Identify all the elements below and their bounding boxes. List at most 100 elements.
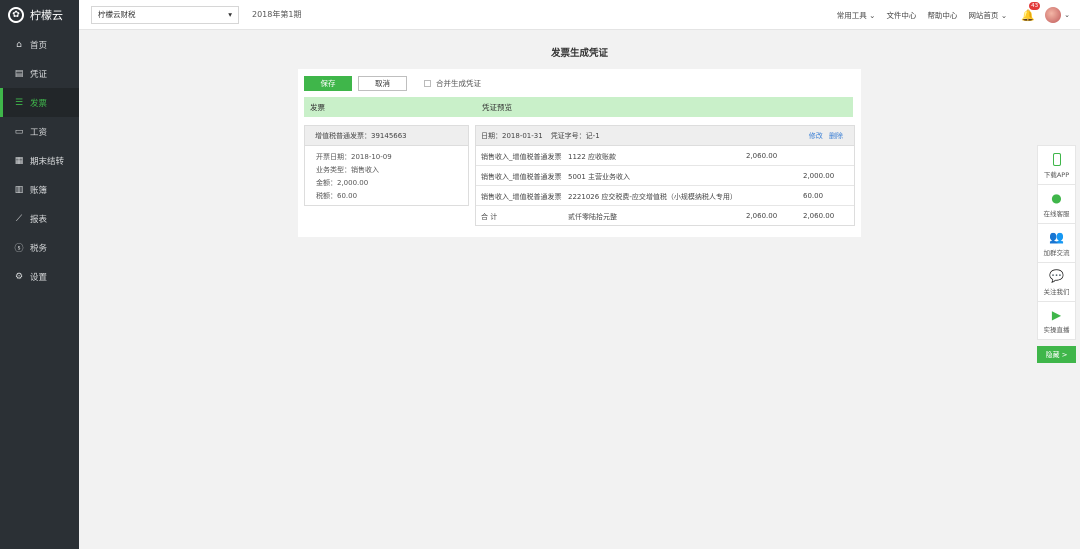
voucher-actions: 修改 删除 bbox=[805, 131, 843, 141]
sidebar-item-invoice[interactable]: ☰ 发票 bbox=[0, 88, 79, 117]
sidebar-item-salary[interactable]: ▭ 工资 bbox=[0, 117, 79, 146]
tax-icon: ⓢ bbox=[14, 244, 24, 254]
float-item-label: 关注我们 bbox=[1043, 287, 1070, 296]
file-center-link[interactable]: 文件中心 bbox=[886, 10, 916, 21]
float-item-label: 实操直播 bbox=[1043, 326, 1070, 334]
app-name: 柠檬云 bbox=[30, 9, 63, 22]
voucher-total-row: 合 计 贰仟零陆拾元整 2,060.00 2,060.00 bbox=[476, 206, 854, 226]
top-links: 常用工具 ⌄ 文件中心 帮助中心 网站首页 ⌄ 🔔 43 ⌄ bbox=[826, 0, 1070, 30]
notification-button[interactable]: 🔔 43 bbox=[1021, 2, 1041, 22]
entry-credit: 2,000.00 bbox=[803, 172, 835, 180]
invoice-header: 增值税普通发票：39145663 bbox=[305, 126, 468, 146]
sidebar-item-settings[interactable]: ⚙ 设置 bbox=[0, 262, 79, 291]
customer-service-icon: ● bbox=[1051, 191, 1062, 205]
sidebar-item-ledger[interactable]: ▥ 账簿 bbox=[0, 175, 79, 204]
invoice-card: 增值税普通发票：39145663 开票日期：2018-10-09 业务类型：销售… bbox=[304, 125, 469, 206]
invoice-date: 开票日期：2018-10-09 bbox=[316, 153, 392, 161]
sidebar-item-label: 工资 bbox=[30, 127, 48, 138]
group-icon: 👥 bbox=[1049, 230, 1064, 244]
chevron-down-icon[interactable]: ⌄ bbox=[1064, 11, 1070, 19]
float-item-label: 在线客服 bbox=[1043, 209, 1070, 218]
float-item-label: 下载APP bbox=[1043, 170, 1070, 179]
toolbar: 保存 取消 合并生成凭证 bbox=[304, 76, 481, 91]
wechat-icon: 💬 bbox=[1049, 269, 1064, 283]
invoice-amount: 金额：2,000.00 bbox=[316, 179, 369, 187]
total-debit: 2,060.00 bbox=[746, 212, 778, 220]
chevron-down-icon: ⌄ bbox=[1000, 10, 1008, 20]
sidebar-item-reports[interactable]: ⟋ 报表 bbox=[0, 204, 79, 233]
invoice-details: 开票日期：2018-10-09 业务类型：销售收入 金额：2,000.00 税额… bbox=[305, 146, 468, 203]
invoice-icon: ☰ bbox=[14, 97, 24, 108]
online-service-button[interactable]: ● 在线客服 bbox=[1037, 184, 1076, 223]
entry-account: 1122 应收账款 bbox=[568, 153, 617, 161]
entry-credit: 60.00 bbox=[803, 192, 824, 200]
cancel-button[interactable]: 取消 bbox=[358, 76, 407, 91]
period-label[interactable]: 2018年第1期 bbox=[252, 9, 301, 20]
sidebar-item-home[interactable]: ⌂ 首页 bbox=[0, 30, 79, 59]
sidebar: ✿ 柠檬云 ⌂ 首页 ▤ 凭证 ☰ 发票 ▭ 工资 ▦ 期末结转 ▥ 账簿 ⟋ … bbox=[0, 0, 79, 549]
gear-icon: ⚙ bbox=[14, 271, 24, 282]
lemon-logo-icon: ✿ bbox=[8, 7, 24, 23]
sidebar-item-period-end[interactable]: ▦ 期末结转 bbox=[0, 146, 79, 175]
sidebar-item-label: 设置 bbox=[30, 272, 48, 283]
live-stream-button[interactable]: ▶ 实操直播 bbox=[1037, 301, 1076, 340]
bell-icon: 🔔 bbox=[1021, 8, 1035, 22]
voucher-entry-row: 销售收入_增值税普通发票 2221026 应交税费-应交增值税（小规模纳税人专用… bbox=[476, 186, 854, 206]
download-app-button[interactable]: 下载APP bbox=[1037, 145, 1076, 184]
voucher-entry-row: 销售收入_增值税普通发票 5001 主营业务收入 2,000.00 bbox=[476, 166, 854, 186]
page-title: 发票生成凭证 bbox=[550, 48, 608, 59]
home-icon: ⌂ bbox=[16, 39, 22, 50]
entry-account: 5001 主营业务收入 bbox=[568, 173, 631, 181]
video-icon: ▶ bbox=[1051, 307, 1062, 322]
company-name: 柠檬云财税 bbox=[98, 10, 136, 19]
common-tools-menu[interactable]: 常用工具 ⌄ bbox=[837, 10, 876, 21]
avatar[interactable] bbox=[1045, 7, 1062, 23]
voucher-entry-row: 销售收入_增值税普通发票 1122 应收账款 2,060.00 bbox=[476, 146, 854, 166]
salary-icon: ▭ bbox=[14, 126, 24, 137]
entry-debit: 2,060.00 bbox=[746, 152, 778, 160]
main-panel: 保存 取消 合并生成凭证 发票 凭证预览 增值税普通发票：39145663 开票… bbox=[298, 69, 861, 237]
join-group-button[interactable]: 👥 加群交流 bbox=[1037, 223, 1076, 262]
preview-column-header: 凭证预览 bbox=[482, 102, 512, 112]
sidebar-item-tax[interactable]: ⓢ 税务 bbox=[0, 233, 79, 262]
logo[interactable]: ✿ 柠檬云 bbox=[0, 0, 79, 30]
chevron-down-icon: ⌄ bbox=[869, 10, 876, 20]
voucher-preview: 日期：2018-01-31 凭证字号：记-1 修改 删除 销售收入_增值税普通发… bbox=[475, 125, 855, 226]
entry-account: 2221026 应交税费-应交增值税（小规模纳税人专用） bbox=[568, 193, 737, 201]
float-item-label: 加群交流 bbox=[1043, 248, 1070, 257]
sidebar-item-label: 发票 bbox=[30, 98, 48, 109]
sidebar-item-label: 首页 bbox=[30, 40, 48, 51]
entry-summary: 销售收入_增值税普通发票 bbox=[481, 153, 562, 161]
entry-summary: 销售收入_增值税普通发票 bbox=[481, 193, 562, 201]
entry-summary: 销售收入_增值税普通发票 bbox=[481, 173, 562, 181]
invoice-column-header: 发票 bbox=[310, 102, 325, 112]
help-center-link[interactable]: 帮助中心 bbox=[927, 10, 957, 21]
checkbox-box[interactable] bbox=[424, 80, 431, 87]
chart-icon: ⟋ bbox=[15, 213, 23, 224]
ledger-icon: ▥ bbox=[14, 184, 24, 195]
invoice-tax: 税额：60.00 bbox=[316, 192, 358, 200]
sidebar-item-label: 账簿 bbox=[30, 185, 48, 196]
site-home-menu[interactable]: 网站首页 ⌄ bbox=[968, 10, 1007, 21]
save-button[interactable]: 保存 bbox=[304, 76, 352, 91]
follow-us-button[interactable]: 💬 关注我们 bbox=[1037, 262, 1076, 301]
sidebar-item-voucher[interactable]: ▤ 凭证 bbox=[0, 59, 79, 88]
total-label: 合 计 bbox=[481, 213, 498, 221]
phone-icon bbox=[1052, 152, 1061, 167]
total-in-words: 贰仟零陆拾元整 bbox=[568, 213, 617, 221]
delete-link[interactable]: 删除 bbox=[829, 132, 843, 140]
voucher-icon: ▤ bbox=[14, 68, 24, 79]
merge-vouchers-checkbox[interactable]: 合并生成凭证 bbox=[424, 78, 481, 89]
voucher-date: 日期：2018-01-31 bbox=[481, 131, 543, 140]
hide-toolbar-button[interactable]: 隐藏 > bbox=[1037, 346, 1076, 363]
total-credit: 2,060.00 bbox=[803, 212, 835, 220]
top-bar: 柠檬云财税 ▾ 2018年第1期 常用工具 ⌄ 文件中心 帮助中心 网站首页 ⌄… bbox=[79, 0, 1080, 30]
floating-toolbar: 下载APP ● 在线客服 👥 加群交流 💬 关注我们 ▶ 实操直播 隐藏 > bbox=[1037, 145, 1076, 363]
column-header-bar: 发票 凭证预览 bbox=[304, 97, 853, 117]
sidebar-item-label: 报表 bbox=[30, 214, 48, 225]
company-select[interactable]: 柠檬云财税 ▾ bbox=[91, 5, 239, 24]
caret-down-icon: ▾ bbox=[228, 10, 232, 19]
edit-link[interactable]: 修改 bbox=[809, 132, 823, 140]
calendar-icon: ▦ bbox=[14, 155, 24, 166]
notification-badge: 43 bbox=[1029, 2, 1041, 10]
